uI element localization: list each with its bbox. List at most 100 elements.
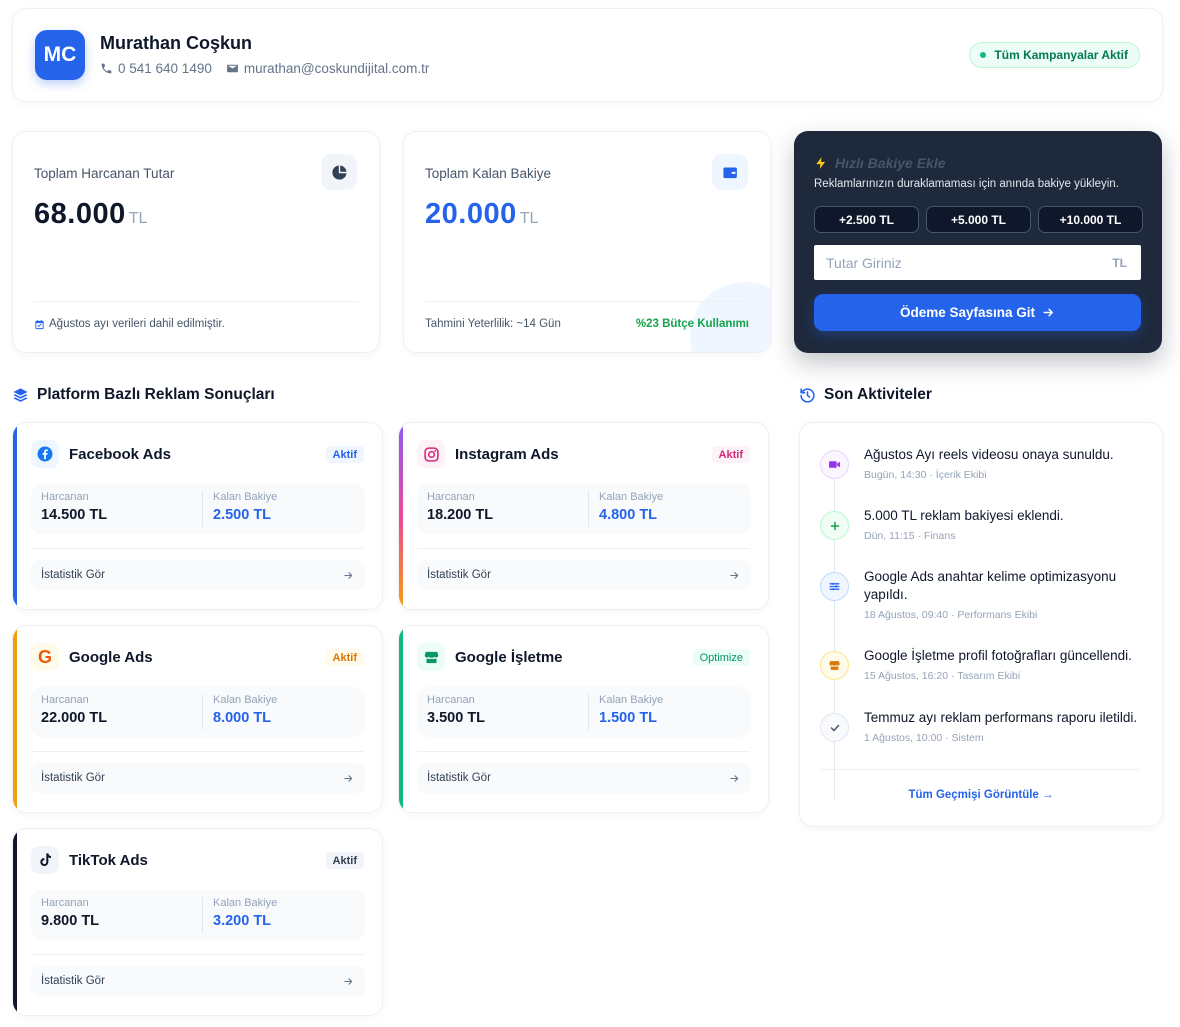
- remaining-label: Kalan Bakiye: [599, 694, 664, 706]
- activity-text: Ağustos Ayı reels videosu onaya sunuldu.: [864, 447, 1114, 462]
- status-badge: Aktif: [325, 649, 364, 666]
- remaining-label: Kalan Bakiye: [213, 694, 278, 706]
- layers-icon: [13, 387, 28, 402]
- view-stats-button[interactable]: İstatistik Gör: [417, 763, 751, 793]
- platform-name: Facebook Ads: [69, 446, 171, 463]
- platform-stats: Harcanan 14.500 TL Kalan Bakiye 2.500 TL: [31, 484, 365, 534]
- divider: [34, 301, 358, 302]
- remaining-label: Kalan Bakiye: [599, 491, 664, 503]
- arrow-right-icon: [730, 571, 739, 579]
- platform-card-google-business: Google İşletme Optimize Harcanan 3.500 TL…: [398, 625, 769, 813]
- spent-value: 18.200 TL: [427, 507, 494, 523]
- spent-label: Harcanan: [427, 491, 475, 503]
- pie-chart-icon: [321, 154, 357, 190]
- platform-card-instagram: Instagram Ads Aktif Harcanan 18.200 TL Ka…: [398, 422, 769, 610]
- plus-icon: [820, 511, 849, 540]
- amount-5000-button[interactable]: +5.000 TL: [926, 206, 1031, 233]
- status-dot-icon: [980, 52, 987, 58]
- quick-topup-title: Hızlı Bakiye Ekle: [814, 155, 946, 171]
- activity-text: 5.000 TL reklam bakiyesi eklendi.: [864, 508, 1064, 523]
- platform-card-facebook: Facebook Ads Aktif Harcanan 14.500 TL Kal…: [12, 422, 383, 610]
- currency-label: TL: [1112, 255, 1127, 270]
- total-spent-label: Toplam Harcanan Tutar: [34, 166, 175, 181]
- remaining-value: 2.500 TL: [213, 507, 272, 523]
- amount-buttons: +2.500 TL +5.000 TL +10.000 TL: [814, 206, 1143, 233]
- amount-input-placeholder: Tutar Giriniz: [826, 254, 902, 271]
- view-stats-button[interactable]: İstatistik Gör: [417, 560, 751, 590]
- platform-stats: Harcanan 9.800 TL Kalan Bakiye 3.200 TL: [31, 890, 365, 940]
- tiktok-icon: [31, 846, 59, 874]
- divider: [425, 301, 749, 302]
- arrow-right-icon: [344, 571, 353, 579]
- email-contact[interactable]: murathan@coskundijital.com.tr: [226, 61, 430, 76]
- amount-2500-button[interactable]: +2.500 TL: [814, 206, 919, 233]
- activity-meta: Bugün, 14:30 · İçerik Ekibi: [864, 469, 987, 481]
- platform-stats: Harcanan 3.500 TL Kalan Bakiye 1.500 TL: [417, 687, 751, 737]
- phone-number: 0 541 640 1490: [118, 61, 212, 76]
- divider: [820, 769, 1140, 770]
- wallet-icon: [712, 154, 748, 190]
- spent-label: Harcanan: [41, 694, 89, 706]
- facebook-icon: [31, 440, 59, 468]
- platform-name: Instagram Ads: [455, 446, 559, 463]
- total-balance-value: 20.000 TL: [425, 198, 539, 230]
- view-stats-button[interactable]: İstatistik Gör: [31, 763, 365, 793]
- activity-meta: Dün, 11:15 · Finans: [864, 530, 956, 542]
- history-icon: [800, 387, 815, 403]
- google-icon: G: [31, 643, 59, 671]
- activity-text: Google Ads anahtar kelime optimizasyonu …: [864, 569, 1117, 602]
- platform-card-tiktok: TikTok Ads Aktif Harcanan 9.800 TL Kalan …: [12, 828, 383, 1016]
- view-stats-button[interactable]: İstatistik Gör: [31, 966, 365, 996]
- instagram-icon: [417, 440, 445, 468]
- quick-topup-subtitle: Reklamlarınızın duraklamaması için anınd…: [814, 178, 1119, 190]
- spent-value: 14.500 TL: [41, 507, 108, 523]
- remaining-value: 3.200 TL: [213, 913, 272, 929]
- store-icon: [820, 651, 849, 680]
- email-address: murathan@coskundijital.com.tr: [243, 61, 430, 76]
- spent-label: Harcanan: [427, 694, 475, 706]
- spent-value: 22.000 TL: [41, 710, 108, 726]
- total-balance-label: Toplam Kalan Bakiye: [425, 166, 552, 181]
- status-badge: Aktif: [325, 446, 364, 463]
- activity-meta: 18 Ağustos, 09:40 · Performans Ekibi: [864, 609, 1038, 621]
- platform-card-google-ads: G Google Ads Aktif Harcanan 22.000 TL Kal…: [12, 625, 383, 813]
- quick-topup-card: Hızlı Bakiye Ekle Reklamlarınızın durakl…: [794, 131, 1162, 353]
- sufficiency-estimate: Tahmini Yeterlilik: ~14 Gün: [425, 318, 561, 330]
- platforms-section-title: Platform Bazlı Reklam Sonuçları: [12, 386, 275, 404]
- calendar-icon: [35, 319, 44, 329]
- phone-contact[interactable]: 0 541 640 1490: [100, 61, 212, 76]
- activities-card: Ağustos Ayı reels videosu onaya sunuldu.…: [799, 422, 1163, 827]
- profile-header: MC Murathan Coşkun 0 541 640 1490 murath…: [12, 8, 1163, 102]
- activity-meta: 15 Ağustos, 16:20 · Tasarım Ekibi: [864, 670, 1021, 682]
- view-all-history-link[interactable]: Tüm Geçmişi Görüntüle →: [800, 789, 1162, 801]
- platform-stats: Harcanan 18.200 TL Kalan Bakiye 4.800 TL: [417, 484, 751, 534]
- contact-info: 0 541 640 1490 murathan@coskundijital.co…: [100, 61, 443, 76]
- spent-value: 9.800 TL: [41, 913, 100, 929]
- total-balance-card: Toplam Kalan Bakiye 20.000 TL Tahmini Yet…: [403, 131, 771, 353]
- arrow-right-icon: [1043, 308, 1054, 317]
- activity-meta: 1 Ağustos, 10:00 · Sistem: [864, 732, 984, 744]
- amount-input[interactable]: Tutar Giriniz TL: [814, 245, 1141, 280]
- phone-icon: [101, 63, 112, 74]
- total-spent-card: Toplam Harcanan Tutar 68.000 TL Ağustos a…: [12, 131, 380, 353]
- view-stats-button[interactable]: İstatistik Gör: [31, 560, 365, 590]
- amount-10000-button[interactable]: +10.000 TL: [1038, 206, 1143, 233]
- user-name: Murathan Coşkun: [100, 33, 253, 53]
- sliders-icon: [820, 572, 849, 601]
- status-badge: Optimize: [692, 649, 750, 666]
- remaining-label: Kalan Bakiye: [213, 491, 278, 503]
- status-text: Tüm Kampanyalar Aktif: [994, 48, 1128, 62]
- platform-name: Google İşletme: [455, 649, 563, 666]
- spent-value: 3.500 TL: [427, 710, 486, 726]
- arrow-right-icon: [730, 774, 739, 782]
- status-badge: Aktif: [325, 852, 364, 869]
- mail-icon: [226, 64, 238, 73]
- check-icon: [820, 713, 849, 742]
- platform-name: Google Ads: [69, 649, 153, 666]
- remaining-value: 4.800 TL: [599, 507, 658, 523]
- activities-section-title: Son Aktiviteler: [799, 386, 932, 404]
- platform-name: TikTok Ads: [69, 852, 148, 869]
- go-to-payment-button[interactable]: Ödeme Sayfasına Git: [814, 294, 1141, 331]
- status-badge: Aktif: [711, 446, 750, 463]
- activity-text: Google İşletme profil fotoğrafları günce…: [864, 648, 1132, 663]
